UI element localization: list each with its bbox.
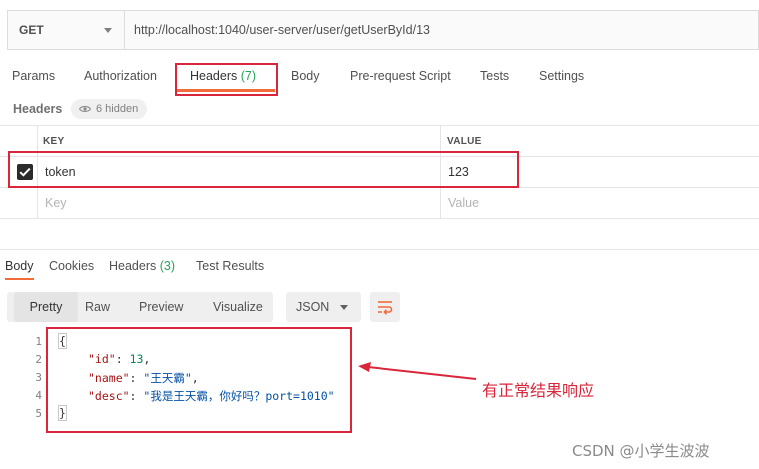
tab-count: (3) [159, 259, 176, 273]
token-row-highlight [8, 151, 519, 188]
line-number: 2 [35, 353, 42, 366]
tab-label: Pre-request Script [350, 69, 451, 83]
view-visualize-button[interactable]: Visualize [213, 300, 263, 314]
method-select[interactable]: GET [8, 11, 125, 49]
annotation-text: 有正常结果响应 [482, 381, 595, 400]
view-preview-button[interactable]: Preview [139, 300, 183, 314]
url-input[interactable]: http://localhost:1040/user-server/user/g… [125, 11, 430, 49]
tab-authorization[interactable]: Authorization [84, 69, 157, 87]
tab-pre-request-script[interactable]: Pre-request Script [350, 69, 451, 87]
pane-divider [0, 249, 759, 250]
tab-label: Body [5, 259, 34, 273]
hidden-count-label: 6 hidden [96, 103, 139, 115]
response-tab-cookies[interactable]: Cookies [49, 259, 94, 273]
format-select-value: JSON [296, 300, 330, 314]
tab-label: Authorization [84, 69, 157, 83]
response-tab-body[interactable]: Body [5, 259, 34, 273]
wrap-lines-icon [378, 301, 393, 315]
view-pretty-button[interactable]: Pretty [14, 292, 78, 322]
new-key-input[interactable]: Key [45, 196, 67, 210]
hidden-headers-toggle[interactable]: 6 hidden [71, 99, 148, 119]
tab-label: Params [12, 69, 56, 83]
new-value-input[interactable]: Value [448, 196, 479, 210]
active-response-tab-indicator [5, 278, 34, 280]
tab-label: Settings [539, 69, 585, 83]
tab-label: Headers [109, 259, 157, 273]
tab-settings[interactable]: Settings [539, 69, 584, 87]
line-number: 3 [35, 371, 42, 384]
line-number: 5 [35, 407, 42, 420]
format-select[interactable]: JSON [286, 292, 361, 322]
table-bottom-border [0, 218, 759, 219]
method-label: GET [19, 23, 44, 37]
watermark: CSDN @小学生波波 [572, 442, 710, 460]
view-mode-bar: Pretty Raw Preview Visualize [7, 292, 273, 322]
tab-label: Test Results [196, 259, 265, 273]
column-header-value: VALUE [447, 136, 482, 147]
eye-icon [79, 106, 91, 112]
response-tab-test-results[interactable]: Test Results [196, 259, 264, 273]
response-tab-headers[interactable]: Headers (3) [109, 259, 175, 273]
tab-label: Tests [480, 69, 510, 83]
tab-body[interactable]: Body [291, 69, 320, 87]
view-raw-button[interactable]: Raw [85, 300, 110, 314]
headers-tab-highlight [175, 63, 278, 96]
headers-section-title: Headers [13, 102, 63, 116]
wrap-lines-button[interactable] [370, 292, 400, 322]
tab-params[interactable]: Params [12, 69, 55, 87]
line-number: 4 [35, 389, 42, 402]
tab-label: Body [291, 69, 320, 83]
tab-label: Cookies [49, 259, 95, 273]
line-number: 1 [35, 335, 42, 348]
chevron-down-icon [104, 28, 112, 33]
response-body-highlight [46, 327, 352, 433]
annotation-arrow-icon [358, 362, 477, 380]
table-top-border [0, 125, 759, 126]
tab-tests[interactable]: Tests [480, 69, 509, 87]
column-header-key: KEY [43, 136, 65, 147]
chevron-down-icon [340, 305, 348, 310]
request-url-bar: GET http://localhost:1040/user-server/us… [7, 10, 759, 50]
